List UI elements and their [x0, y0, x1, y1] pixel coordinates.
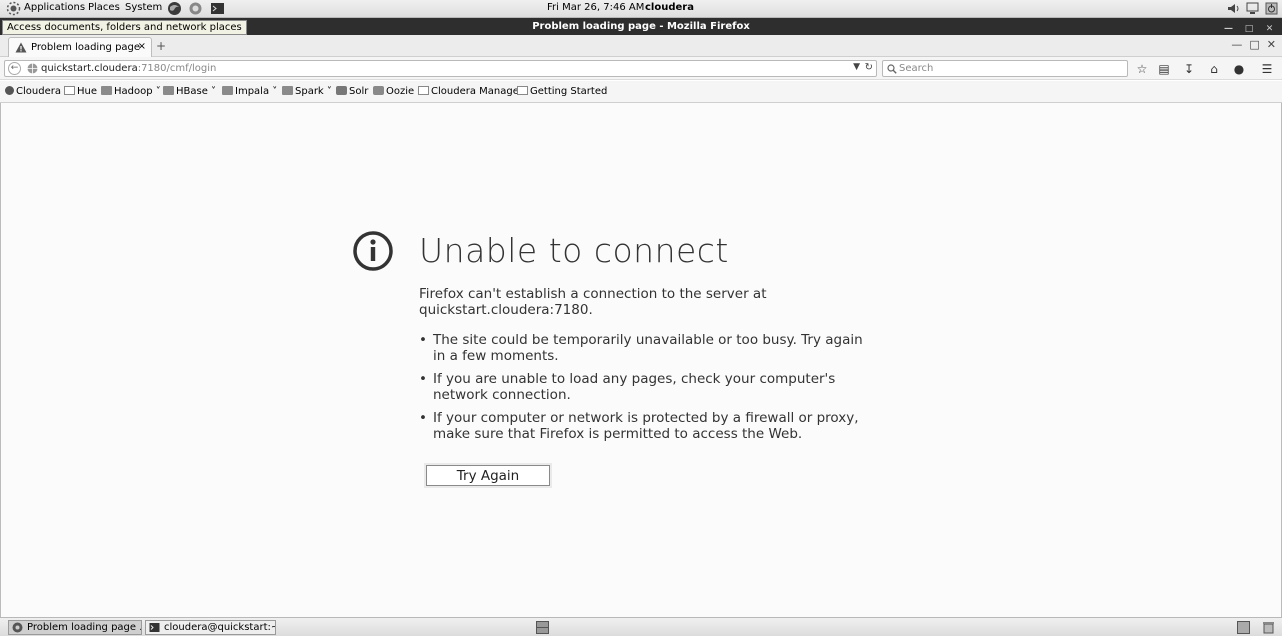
mail-launcher-icon[interactable] — [188, 1, 203, 16]
bookmark-label: Hue — [77, 86, 98, 97]
folder-icon — [282, 86, 293, 95]
tab-problem-loading[interactable]: Problem loading page × — [8, 37, 152, 58]
username[interactable]: cloudera — [645, 2, 694, 13]
volume-icon[interactable] — [1226, 1, 1241, 16]
oozie-icon — [373, 86, 384, 95]
tab-label: Problem loading page — [31, 42, 141, 53]
places-tooltip: Access documents, folders and network pl… — [2, 20, 247, 35]
chevron-down-icon: ˅ — [152, 86, 161, 97]
menu-applications[interactable]: Applications — [24, 2, 85, 13]
applications-icon[interactable] — [6, 1, 21, 16]
network-icon[interactable] — [1245, 1, 1260, 16]
taskbar-item-label: cloudera@quickstart:~ — [164, 622, 276, 633]
terminal-launcher-icon[interactable] — [210, 1, 225, 16]
menu-system[interactable]: System — [125, 2, 162, 13]
list-item: If you are unable to load any pages, che… — [419, 371, 869, 403]
back-icon[interactable]: ← — [8, 62, 21, 75]
url-text[interactable]: quickstart.cloudera:7180/cmf/login — [41, 63, 216, 74]
bookmark-label: Cloudera — [16, 86, 61, 97]
bookmark-label: Solr — [349, 86, 369, 97]
taskbar-item-label: Problem loading page ... — [27, 622, 142, 633]
folder-icon — [101, 86, 112, 95]
error-suggestions: The site could be temporarily unavailabl… — [419, 332, 869, 449]
minimize-icon[interactable]: — — [1231, 38, 1242, 51]
firefox-launcher-icon[interactable] — [167, 1, 182, 16]
search-input[interactable] — [899, 62, 1119, 75]
try-again-button[interactable]: Try Again — [426, 465, 550, 486]
chat-icon[interactable]: ● — [1232, 62, 1246, 76]
page-icon — [517, 86, 528, 95]
bookmark-getting-started[interactable]: Getting Started — [517, 86, 607, 97]
power-icon[interactable] — [1264, 1, 1279, 16]
chevron-down-icon: ˅ — [207, 86, 217, 97]
close-tab-icon[interactable]: × — [138, 41, 146, 52]
solr-icon — [336, 86, 347, 95]
home-icon[interactable]: ⌂ — [1207, 62, 1221, 76]
chevron-down-icon: ˅ — [269, 86, 278, 97]
bookmark-label: Spark — [295, 86, 324, 97]
chevron-down-icon[interactable]: ▼ — [853, 62, 860, 72]
info-icon — [353, 231, 393, 271]
workspace-switcher-icon[interactable] — [536, 621, 549, 634]
bookmark-label: Oozie — [386, 86, 415, 97]
top-panel: Applications Places System Fri Mar 26, 7… — [0, 0, 1282, 18]
bookmark-folder-spark[interactable]: Spark ˅ — [282, 86, 332, 97]
bookmark-solr[interactable]: Solr — [336, 86, 368, 97]
search-icon — [887, 64, 897, 74]
new-tab-button[interactable]: + — [156, 39, 166, 53]
cloudera-icon — [5, 86, 14, 95]
close-window-button[interactable]: ✕ — [1263, 23, 1276, 35]
bookmark-label: Impala — [235, 86, 270, 97]
folder-icon — [163, 86, 174, 95]
menu-places[interactable]: Places — [88, 2, 120, 13]
bookmark-folder-hbase[interactable]: HBase ˅ — [163, 86, 216, 97]
trash-icon[interactable] — [1262, 621, 1275, 634]
bookmark-label: HBase — [176, 86, 208, 97]
url-path: :7180/cmf/login — [137, 63, 217, 74]
list-item: If your computer or network is protected… — [419, 410, 869, 442]
taskbar-item-terminal[interactable]: cloudera@quickstart:~ — [145, 620, 276, 635]
tab-strip: Problem loading page × + — □ ✕ — [0, 35, 1282, 58]
list-item: The site could be temporarily unavailabl… — [419, 332, 869, 364]
reload-icon[interactable]: ↻ — [865, 62, 873, 73]
taskbar: Problem loading page ... cloudera@quicks… — [0, 617, 1282, 636]
bookmark-oozie[interactable]: Oozie — [373, 86, 414, 97]
bookmarks-toolbar: Cloudera Hue Hadoop ˅ HBase ˅ Impala ˅ S… — [0, 81, 1282, 103]
error-title: Unable to connect — [419, 231, 729, 270]
download-icon[interactable]: ↧ — [1182, 62, 1196, 76]
bookmark-cloudera[interactable]: Cloudera — [5, 86, 61, 97]
menu-icon[interactable]: ☰ — [1260, 62, 1274, 76]
url-bar[interactable]: ← quickstart.cloudera:7180/cmf/login ▼ ↻ — [4, 60, 877, 77]
window-title: Problem loading page - Mozilla Firefox — [532, 21, 750, 32]
bookmark-folder-hadoop[interactable]: Hadoop ˅ — [101, 86, 161, 97]
terminal-icon — [149, 623, 160, 632]
globe-icon — [27, 63, 38, 74]
bookmark-star-icon[interactable]: ☆ — [1135, 62, 1149, 76]
workspace-1-icon[interactable] — [1237, 621, 1250, 634]
page-icon — [418, 86, 429, 95]
firefox-icon — [12, 622, 23, 633]
search-bar[interactable] — [882, 60, 1128, 77]
bookmark-label: Cloudera Manager — [431, 86, 523, 97]
bookmark-cloudera-manager[interactable]: Cloudera Manager — [418, 86, 523, 97]
maximize-icon[interactable]: □ — [1249, 38, 1259, 51]
clock[interactable]: Fri Mar 26, 7:46 AM — [547, 2, 644, 13]
bookmark-label: Getting Started — [530, 86, 608, 97]
maximize-button[interactable]: □ — [1243, 23, 1256, 35]
close-icon[interactable]: ✕ — [1267, 38, 1276, 51]
error-description: Firefox can't establish a connection to … — [419, 286, 767, 318]
warning-icon — [15, 42, 27, 53]
page-icon — [64, 86, 75, 95]
chevron-down-icon: ˅ — [323, 86, 332, 97]
page-content: Unable to connect Firefox can't establis… — [0, 103, 1282, 617]
bookmark-folder-impala[interactable]: Impala ˅ — [222, 86, 277, 97]
folder-icon — [222, 86, 233, 95]
navigation-bar: ← quickstart.cloudera:7180/cmf/login ▼ ↻… — [0, 57, 1282, 80]
bookmark-label: Hadoop — [114, 86, 153, 97]
taskbar-item-firefox[interactable]: Problem loading page ... — [8, 620, 142, 635]
url-host: quickstart.cloudera — [41, 63, 138, 74]
bookmark-hue[interactable]: Hue — [64, 86, 97, 97]
reading-list-icon[interactable]: ▤ — [1157, 62, 1171, 76]
minimize-button[interactable]: — — [1222, 23, 1235, 35]
